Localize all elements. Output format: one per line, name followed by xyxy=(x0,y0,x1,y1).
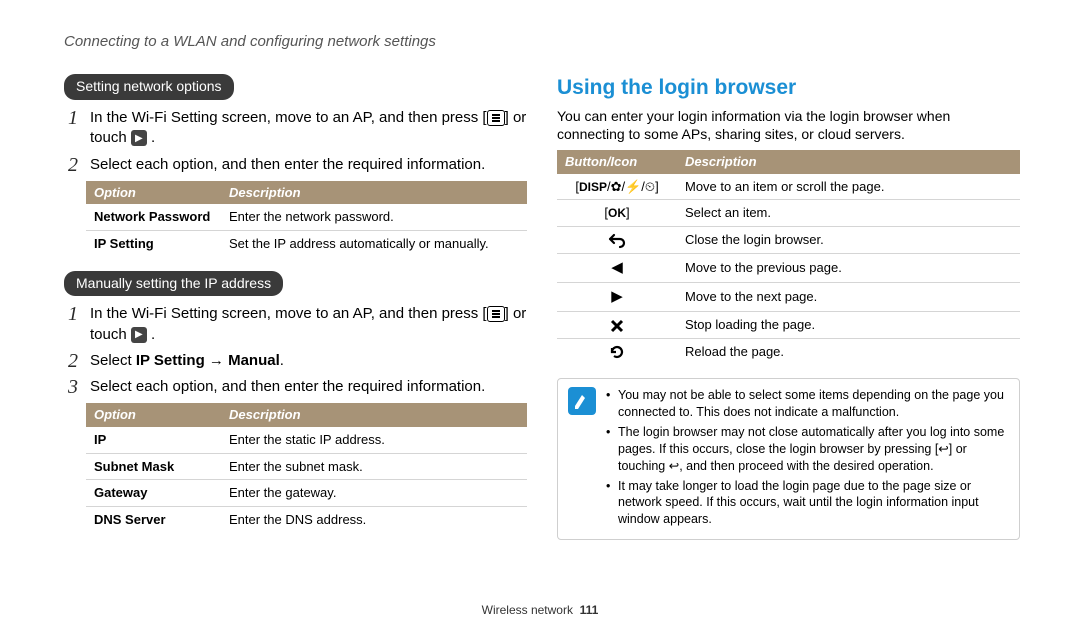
close-icon xyxy=(557,312,677,339)
note-list: You may not be able to select some items… xyxy=(606,387,1009,531)
step-number: 1 xyxy=(68,304,90,324)
opt-label: Subnet Mask xyxy=(86,453,221,480)
table-network-options: OptionDescription Network PasswordEnter … xyxy=(86,181,527,257)
disp-nav-icons: [DISP/✿/⚡/⏲] xyxy=(557,174,677,200)
table-login-browser-icons: Button/IconDescription [DISP/✿/⚡/⏲] Move… xyxy=(557,150,1020,364)
opt-label: DNS Server xyxy=(86,506,221,532)
page-header: Connecting to a WLAN and configuring net… xyxy=(64,32,1020,52)
note-item: It may take longer to load the login pag… xyxy=(606,478,1009,529)
icon-desc: Move to the next page. xyxy=(677,282,1020,311)
col-description: Description xyxy=(221,403,527,427)
chevron-right-icon: ▶ xyxy=(131,130,147,146)
opt-desc: Set the IP address automatically or manu… xyxy=(221,230,527,256)
menu-icon xyxy=(487,110,505,126)
note-box: You may not be able to select some items… xyxy=(557,378,1020,540)
note-item: The login browser may not close automati… xyxy=(606,424,1009,475)
steps-manual-ip: 1 In the Wi-Fi Setting screen, move to a… xyxy=(64,304,527,397)
col-option: Option xyxy=(86,403,221,427)
step-number: 2 xyxy=(68,155,90,175)
step-text: Select each option, and then enter the r… xyxy=(90,155,527,175)
timer-icon: ⏲ xyxy=(645,179,655,194)
menu-icon xyxy=(487,306,505,322)
flash-icon: ⚡ xyxy=(625,179,641,194)
col-option: Option xyxy=(86,181,221,205)
icon-desc: Close the login browser. xyxy=(677,227,1020,254)
ok-button-icon: [OK] xyxy=(557,200,677,227)
step-text: In the Wi-Fi Setting screen, move to an … xyxy=(90,304,527,345)
opt-desc: Enter the static IP address. xyxy=(221,427,527,453)
back-icon xyxy=(557,227,677,254)
steps-network-options: 1 In the Wi-Fi Setting screen, move to a… xyxy=(64,108,527,175)
col-description: Description xyxy=(221,181,527,205)
step-number: 1 xyxy=(68,108,90,128)
col-button-icon: Button/Icon xyxy=(557,150,677,174)
step-number: 3 xyxy=(68,377,90,397)
icon-desc: Move to an item or scroll the page. xyxy=(677,174,1020,200)
step-text: Select each option, and then enter the r… xyxy=(90,377,527,397)
opt-desc: Enter the subnet mask. xyxy=(221,453,527,480)
triangle-left-icon: ◀ xyxy=(557,253,677,282)
icon-desc: Move to the previous page. xyxy=(677,253,1020,282)
reload-icon xyxy=(557,338,677,364)
icon-desc: Select an item. xyxy=(677,200,1020,227)
section-pill-network-options: Setting network options xyxy=(64,74,234,100)
opt-desc: Enter the gateway. xyxy=(221,480,527,507)
triangle-right-icon: ▶ xyxy=(557,282,677,311)
intro-text: You can enter your login information via… xyxy=(557,107,1020,145)
step-text: Select IP Setting → Manual. xyxy=(90,351,527,371)
icon-desc: Stop loading the page. xyxy=(677,312,1020,339)
opt-desc: Enter the DNS address. xyxy=(221,506,527,532)
table-manual-ip: OptionDescription IPEnter the static IP … xyxy=(86,403,527,532)
icon-desc: Reload the page. xyxy=(677,338,1020,364)
left-column: Setting network options 1 In the Wi-Fi S… xyxy=(64,74,527,546)
section-title-login-browser: Using the login browser xyxy=(557,74,1020,102)
note-icon xyxy=(568,387,596,415)
col-description: Description xyxy=(677,150,1020,174)
opt-desc: Enter the network password. xyxy=(221,204,527,230)
chevron-right-icon: ▶ xyxy=(131,327,147,343)
opt-label: IP Setting xyxy=(86,230,221,256)
step-number: 2 xyxy=(68,351,90,371)
opt-label: IP xyxy=(86,427,221,453)
step-text: In the Wi-Fi Setting screen, move to an … xyxy=(90,108,527,149)
right-column: Using the login browser You can enter yo… xyxy=(557,74,1020,546)
note-item: You may not be able to select some items… xyxy=(606,387,1009,421)
section-pill-manual-ip: Manually setting the IP address xyxy=(64,271,283,297)
flower-icon: ✿ xyxy=(611,179,622,194)
opt-label: Gateway xyxy=(86,480,221,507)
page-footer: Wireless network 111 xyxy=(0,602,1080,618)
opt-label: Network Password xyxy=(86,204,221,230)
